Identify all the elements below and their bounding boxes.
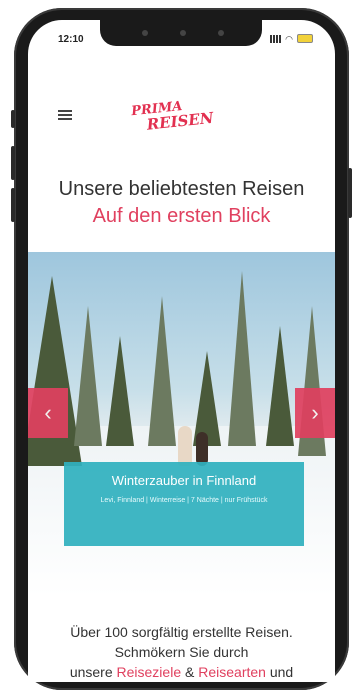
slider-prev-button[interactable]: ‹ <box>28 388 68 438</box>
intro-line1: Über 100 sorgfältig erstellte Reisen. <box>70 624 293 640</box>
phone-screen: 12:10 ◠ PRIMA REISEN Unsere beliebtesten… <box>28 20 335 682</box>
site-logo[interactable]: PRIMA REISEN <box>131 96 215 134</box>
status-bar: 12:10 ◠ <box>28 20 335 60</box>
hamburger-menu-icon[interactable] <box>58 110 72 120</box>
status-icons: ◠ <box>270 34 313 43</box>
headline: Unsere beliebtesten Reisen Auf den erste… <box>28 176 335 230</box>
sensor-icon <box>180 30 186 36</box>
slide-caption[interactable]: Winterzauber in Finnland Levi, Finnland … <box>64 462 304 546</box>
trip-slider[interactable]: ‹ › Winterzauber in Finnland Levi, Finnl… <box>28 252 335 596</box>
intro-text: Über 100 sorgfältig erstellte Reisen. Sc… <box>28 622 335 682</box>
chevron-right-icon: › <box>311 400 319 425</box>
link-trip-types[interactable]: Reisearten <box>198 664 266 680</box>
slide-image-tree <box>106 336 134 446</box>
battery-icon <box>297 34 313 43</box>
intro-line3-pre: unsere <box>69 664 117 680</box>
mute-switch <box>11 110 15 128</box>
speaker-icon <box>218 30 224 36</box>
slide-image-person <box>178 426 192 466</box>
power-button <box>348 168 352 218</box>
volume-up-button <box>11 146 15 180</box>
intro-line3-post: und <box>265 664 294 680</box>
site-header: PRIMA REISEN <box>28 82 335 134</box>
page-title: Unsere beliebtesten Reisen <box>58 178 305 200</box>
link-destinations[interactable]: Reiseziele <box>117 664 182 680</box>
notch <box>100 20 262 46</box>
status-time: 12:10 <box>58 34 84 45</box>
slide-caption-description: Levi, Finnland | Winterreise | 7 Nächte … <box>100 497 268 504</box>
slide-image-tree <box>148 296 176 446</box>
slide-image-tree <box>228 271 256 446</box>
chevron-left-icon: ‹ <box>44 400 52 425</box>
page-subtitle: Auf den ersten Blick <box>92 205 271 227</box>
intro-line3: unsere Reiseziele & Reisearten und <box>28 662 335 682</box>
slide-caption-title: Winterzauber in Finnland <box>111 473 257 488</box>
wifi-icon: ◠ <box>285 33 293 44</box>
slide-image-tree <box>74 306 102 446</box>
intro-line2: Schmökern Sie durch <box>114 644 249 660</box>
slide-image-tree <box>193 351 221 446</box>
slide-image-person <box>196 432 208 466</box>
camera-icon <box>142 30 148 36</box>
volume-down-button <box>11 188 15 222</box>
slide-image-tree <box>266 326 294 446</box>
slider-next-button[interactable]: › <box>295 388 335 438</box>
signal-icon <box>270 34 282 43</box>
intro-line3-mid: & <box>181 664 199 680</box>
